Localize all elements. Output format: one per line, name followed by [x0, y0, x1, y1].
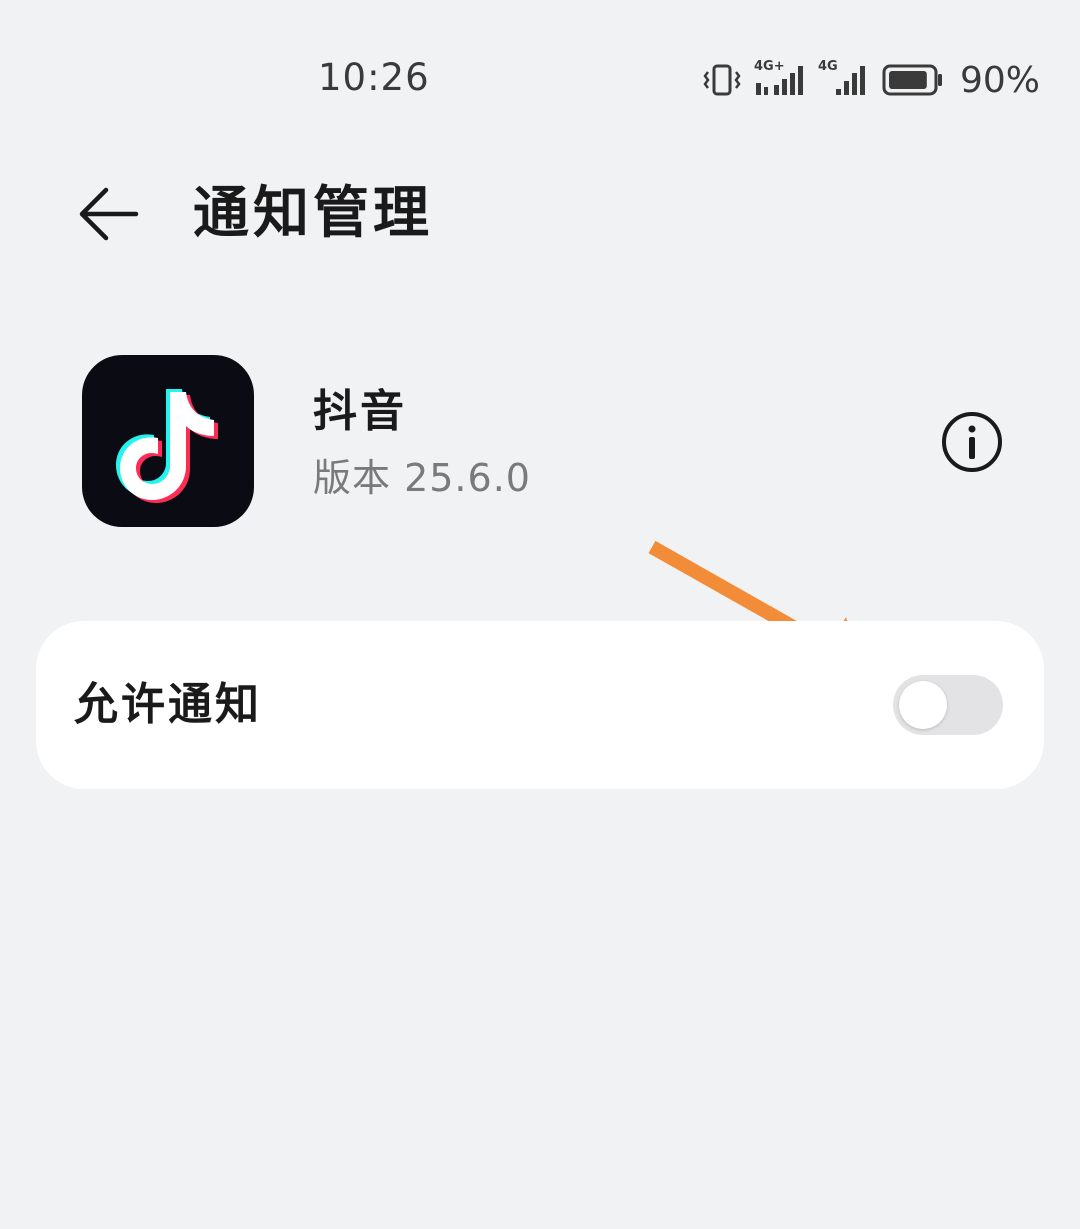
tiktok-note-icon	[116, 389, 218, 503]
vibrate-icon	[702, 63, 742, 97]
back-button[interactable]	[70, 180, 146, 248]
signal-4g-icon: 4G	[818, 59, 870, 97]
battery-icon	[882, 63, 944, 97]
app-version: 版本 25.6.0	[313, 456, 531, 500]
battery-percent: 90%	[959, 59, 1040, 101]
app-icon	[82, 355, 254, 527]
app-name: 抖音	[313, 386, 407, 437]
page-title: 通知管理	[193, 181, 433, 246]
status-icons: 4G+ 4G 90%	[702, 56, 1040, 104]
status-bar: 10:26 4G+ 4G 90%	[0, 0, 1080, 160]
back-arrow-icon	[79, 187, 139, 241]
info-icon	[942, 412, 1002, 472]
signal-4g-plus-icon: 4G+	[754, 59, 806, 97]
allow-notifications-card: 允许通知	[36, 621, 1044, 789]
allow-notifications-toggle[interactable]	[893, 675, 1003, 735]
app-info-button[interactable]	[940, 410, 1004, 474]
allow-notifications-label: 允许通知	[74, 679, 262, 730]
toggle-knob	[899, 681, 947, 729]
status-time: 10:26	[318, 56, 430, 99]
